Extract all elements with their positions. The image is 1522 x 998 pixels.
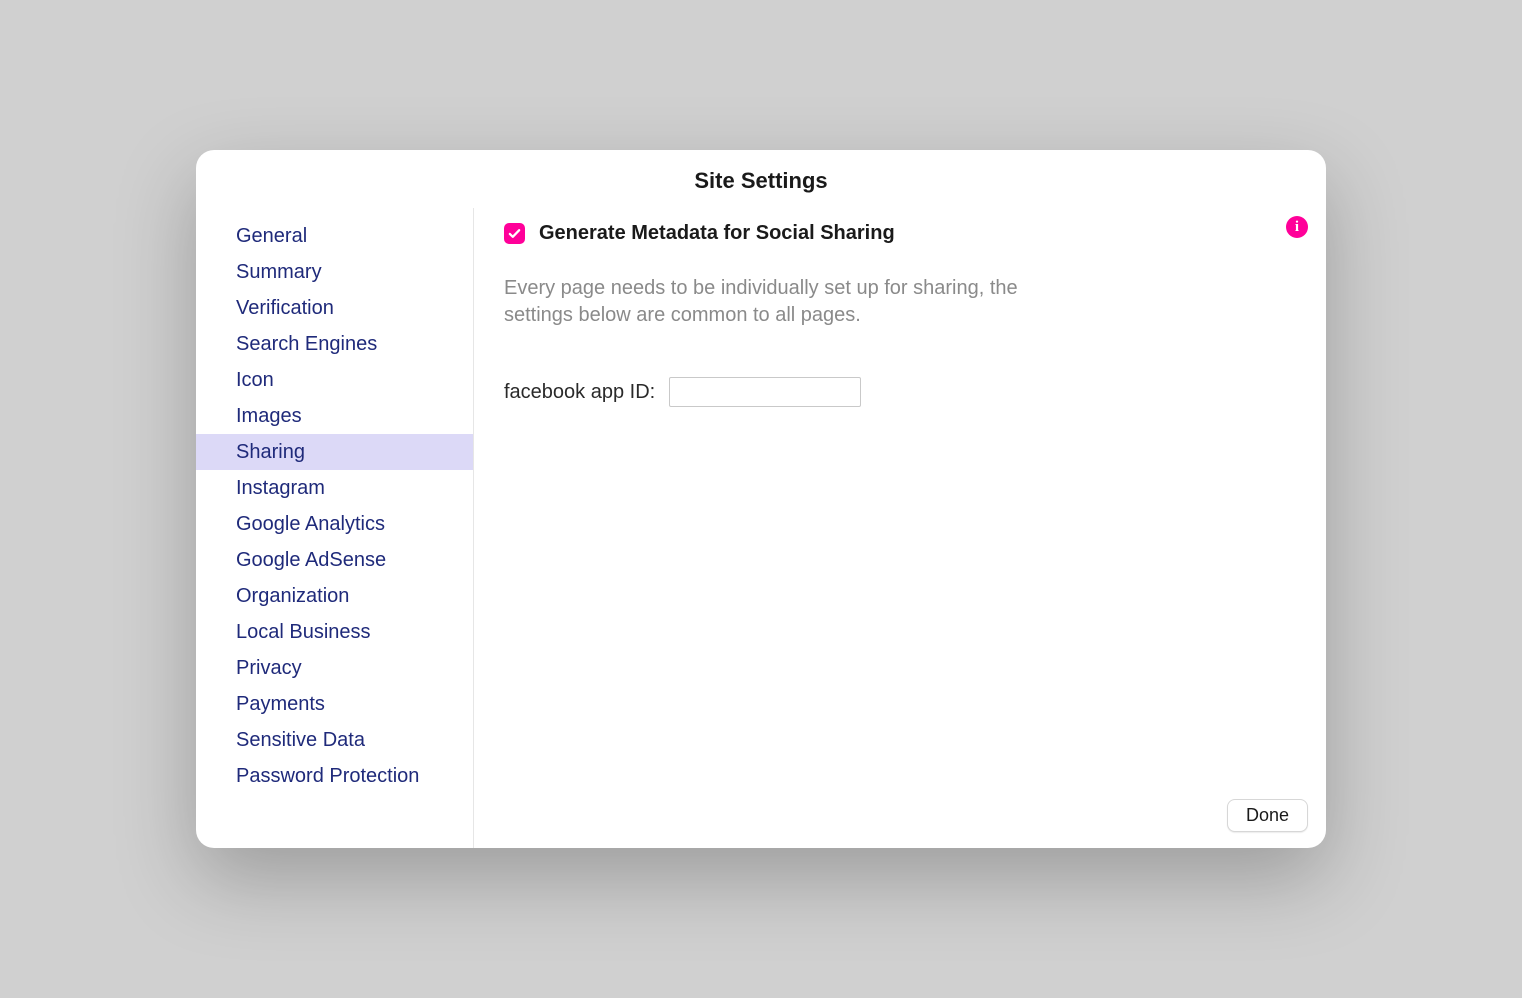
sidebar-item-label: Privacy (236, 657, 302, 679)
sidebar-item-privacy[interactable]: Privacy (196, 650, 473, 686)
sidebar-item-label: Instagram (236, 477, 325, 499)
sidebar-item-label: Google AdSense (236, 549, 386, 571)
sidebar-item-google-analytics[interactable]: Google Analytics (196, 506, 473, 542)
sidebar-item-sensitive-data[interactable]: Sensitive Data (196, 722, 473, 758)
sidebar-item-general[interactable]: General (196, 218, 473, 254)
sidebar-item-images[interactable]: Images (196, 398, 473, 434)
sidebar-item-instagram[interactable]: Instagram (196, 470, 473, 506)
facebook-app-id-label: facebook app ID: (504, 381, 655, 404)
generate-metadata-label: Generate Metadata for Social Sharing (539, 222, 895, 245)
sidebar-item-icon[interactable]: Icon (196, 362, 473, 398)
sidebar-item-google-adsense[interactable]: Google AdSense (196, 542, 473, 578)
sidebar-item-verification[interactable]: Verification (196, 290, 473, 326)
sharing-description: Every page needs to be individually set … (504, 275, 1024, 329)
facebook-app-id-row: facebook app ID: (504, 377, 1296, 407)
sidebar-item-label: Sharing (236, 441, 305, 463)
sidebar-item-password-protection[interactable]: Password Protection (196, 758, 473, 794)
generate-metadata-row: Generate Metadata for Social Sharing (504, 222, 1296, 245)
sidebar: General Summary Verification Search Engi… (196, 208, 474, 848)
sidebar-item-sharing[interactable]: Sharing (196, 434, 473, 470)
sidebar-item-label: Summary (236, 261, 322, 283)
content-pane: i Generate Metadata for Social Sharing E… (474, 208, 1326, 848)
sidebar-item-label: General (236, 225, 307, 247)
dialog-body: General Summary Verification Search Engi… (196, 208, 1326, 848)
done-button-label: Done (1246, 805, 1289, 825)
sidebar-item-local-business[interactable]: Local Business (196, 614, 473, 650)
site-settings-dialog: Site Settings General Summary Verificati… (196, 150, 1326, 848)
sidebar-item-label: Icon (236, 369, 274, 391)
sidebar-item-label: Images (236, 405, 302, 427)
done-button[interactable]: Done (1227, 799, 1308, 832)
dialog-title: Site Settings (196, 150, 1326, 208)
sidebar-item-organization[interactable]: Organization (196, 578, 473, 614)
facebook-app-id-input[interactable] (669, 377, 861, 407)
sidebar-item-label: Payments (236, 693, 325, 715)
sidebar-item-label: Verification (236, 297, 334, 319)
sidebar-item-label: Sensitive Data (236, 729, 365, 751)
sidebar-item-label: Google Analytics (236, 513, 385, 535)
sidebar-item-label: Password Protection (236, 765, 419, 787)
sidebar-item-payments[interactable]: Payments (196, 686, 473, 722)
sidebar-item-label: Local Business (236, 621, 371, 643)
checkmark-icon (507, 226, 522, 241)
sidebar-item-label: Search Engines (236, 333, 377, 355)
generate-metadata-checkbox[interactable] (504, 223, 525, 244)
sidebar-item-label: Organization (236, 585, 349, 607)
info-icon[interactable]: i (1286, 216, 1308, 238)
sidebar-item-summary[interactable]: Summary (196, 254, 473, 290)
sidebar-item-search-engines[interactable]: Search Engines (196, 326, 473, 362)
